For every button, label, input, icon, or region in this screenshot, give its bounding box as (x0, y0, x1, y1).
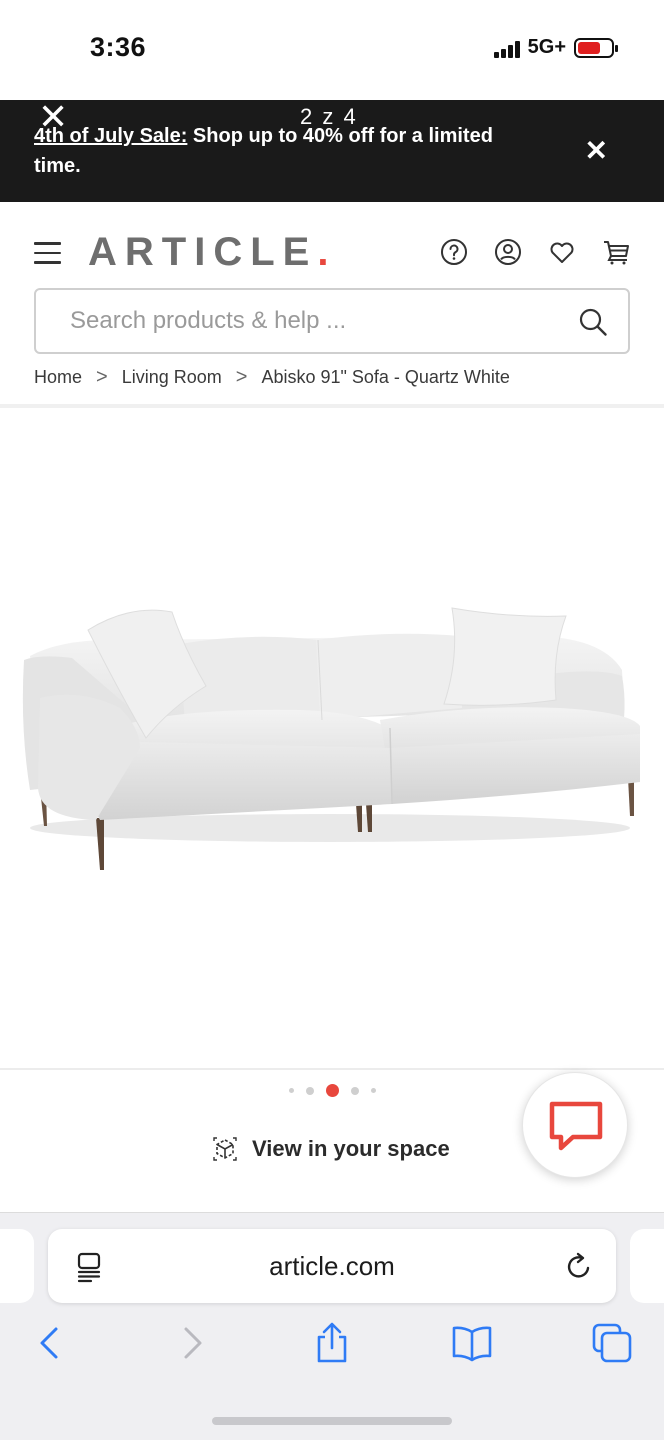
signal-icon (493, 38, 520, 58)
breadcrumb: Home > Living Room > Abisko 91" Sofa - Q… (34, 366, 510, 389)
help-icon[interactable] (440, 238, 468, 266)
heart-icon[interactable] (548, 238, 576, 266)
menu-icon[interactable] (34, 242, 61, 264)
search-bar (34, 288, 630, 354)
url-text: article.com (269, 1251, 395, 1281)
browser-nav (0, 1321, 664, 1371)
viewer-close-icon[interactable]: ✕ (38, 100, 68, 136)
chat-icon (549, 1101, 603, 1151)
battery-level (578, 41, 600, 54)
sofa-image (22, 607, 640, 870)
chat-button[interactable] (522, 1072, 628, 1178)
cart-icon[interactable] (602, 238, 630, 266)
browser-toolbar: article.com (0, 1212, 664, 1440)
product-image-area[interactable] (0, 408, 664, 1068)
account-icon[interactable] (494, 238, 522, 266)
view-in-space-label: View in your space (252, 1136, 450, 1161)
battery-icon (574, 37, 618, 58)
ar-cube-icon (213, 1137, 237, 1161)
next-tab[interactable] (630, 1229, 664, 1303)
promo-text: 4th of July Sale: Shop up to 40% off for… (34, 121, 514, 181)
carousel-dot[interactable] (288, 1088, 294, 1093)
status-time: 3:36 (90, 32, 147, 62)
divider (0, 1068, 664, 1070)
site-logo[interactable]: ARTICLE. (88, 230, 336, 275)
breadcrumb-home[interactable]: Home (34, 367, 82, 388)
breadcrumb-separator: > (235, 366, 248, 388)
site-header: ARTICLE. (0, 202, 664, 297)
carousel-dot[interactable] (370, 1088, 376, 1093)
reload-icon[interactable] (564, 1250, 594, 1282)
network-type: 5G+ (527, 36, 566, 58)
carousel-dot[interactable] (350, 1086, 359, 1095)
carousel-dot[interactable] (305, 1086, 314, 1095)
image-counter: 2 z 4 (300, 104, 358, 129)
carousel-dot-active[interactable] (325, 1084, 339, 1097)
search-input[interactable] (36, 290, 566, 352)
previous-tab[interactable] (0, 1229, 34, 1303)
breadcrumb-separator: > (96, 366, 108, 388)
search-icon[interactable] (578, 307, 608, 337)
breadcrumb-living-room[interactable]: Living Room (122, 367, 222, 388)
status-bar: 3:36 5G+ (0, 0, 664, 100)
breadcrumb-current: Abisko 91" Sofa - Quartz White (261, 367, 510, 387)
logo-dot: . (317, 230, 337, 274)
bookmarks-icon[interactable] (450, 1321, 494, 1365)
tabs-icon[interactable] (590, 1321, 634, 1365)
back-icon[interactable] (28, 1321, 72, 1365)
address-bar[interactable]: article.com (48, 1229, 616, 1303)
promo-close-button[interactable]: ✕ (585, 136, 608, 166)
forward-icon[interactable] (170, 1321, 214, 1365)
logo-text: ARTICLE (88, 230, 318, 274)
header-icons (440, 238, 630, 266)
view-in-space-button[interactable]: View in your space (212, 1136, 450, 1162)
screen: 3:36 5G+ 4th of July Sale: Shop up to 40… (0, 0, 664, 1440)
share-icon[interactable] (310, 1321, 354, 1365)
status-indicators: 5G+ (493, 36, 618, 59)
home-indicator (212, 1417, 452, 1425)
